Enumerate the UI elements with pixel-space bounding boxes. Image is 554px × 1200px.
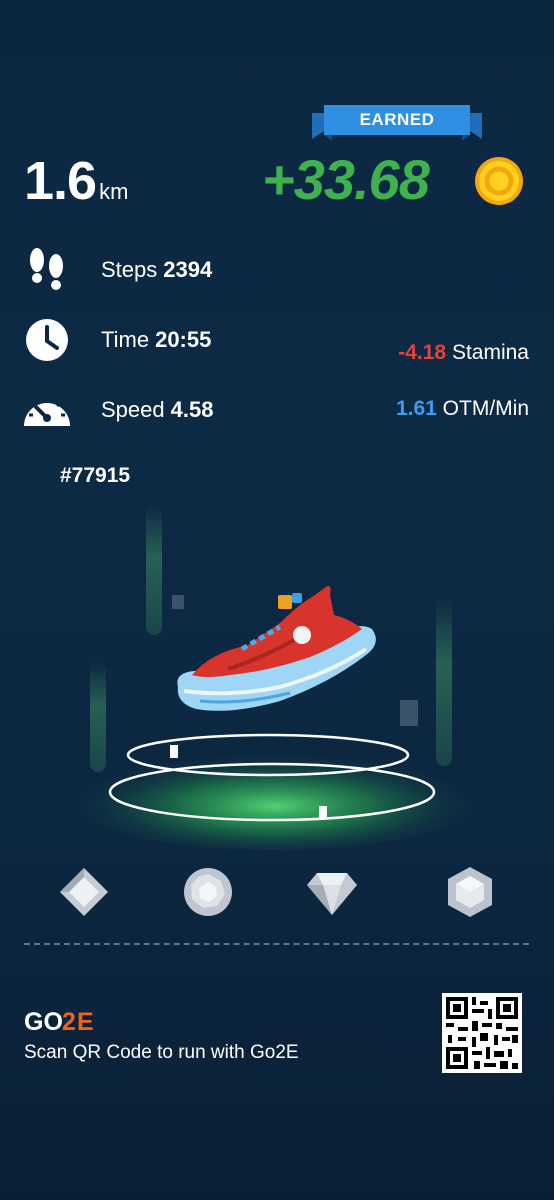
clock-icon — [22, 315, 72, 365]
rate-value: 1.61 — [395, 397, 437, 420]
stamina-label: Stamina — [451, 341, 529, 364]
steps-label: Steps — [101, 257, 158, 282]
stat-speed: Speed 4.58 — [22, 385, 213, 435]
rate-label: OTM/Min — [442, 397, 529, 420]
distance-value: 1.6 — [24, 151, 97, 211]
shoe-id: #77915 — [60, 464, 131, 487]
sneaker-icon — [170, 575, 380, 720]
stat-time: Time 20:55 — [22, 315, 211, 365]
share-card: { "earned": { "badge_label": "EARNED", "… — [0, 0, 554, 1200]
coin-icon — [474, 156, 524, 206]
time-value: 20:55 — [155, 327, 212, 352]
distance-display: 1.6 km — [24, 150, 129, 211]
round-gem-icon[interactable] — [181, 865, 235, 919]
distance-unit: km — [99, 179, 129, 204]
earned-amount: +33.68 — [262, 148, 430, 211]
rate-stat: 1.61 OTM/Min — [396, 394, 529, 424]
stamina-value: -4.18 — [398, 341, 447, 364]
stat-steps: Steps 2394 — [22, 245, 212, 295]
hexagon-gem-icon[interactable] — [443, 865, 497, 919]
gem-slots — [0, 855, 554, 925]
svg-text:2: 2 — [62, 1008, 76, 1034]
earned-label: EARNED — [359, 110, 435, 129]
shoe-platform — [55, 720, 495, 850]
footsteps-icon — [22, 245, 72, 295]
steps-value: 2394 — [163, 257, 213, 282]
qr-code-icon[interactable] — [442, 993, 522, 1073]
go2e-logo-icon: GO 2 E — [24, 1008, 94, 1036]
speed-label: Speed — [101, 397, 165, 422]
diamond-gem-icon[interactable] — [57, 865, 111, 919]
brand-logo: GO 2 E — [24, 1008, 106, 1039]
stamina-stat: -4.18 Stamina — [398, 338, 529, 368]
time-label: Time — [101, 327, 150, 352]
speedometer-icon — [22, 385, 72, 435]
earned-ribbon: EARNED — [312, 105, 482, 141]
crystal-gem-icon[interactable] — [305, 865, 359, 919]
svg-text:GO: GO — [24, 1008, 63, 1034]
speed-value: 4.58 — [170, 397, 214, 422]
glow-bar — [146, 505, 162, 635]
svg-text:E: E — [77, 1008, 94, 1034]
footer-tagline: Scan QR Code to run with Go2E — [24, 1042, 299, 1063]
dashed-divider — [24, 943, 529, 945]
